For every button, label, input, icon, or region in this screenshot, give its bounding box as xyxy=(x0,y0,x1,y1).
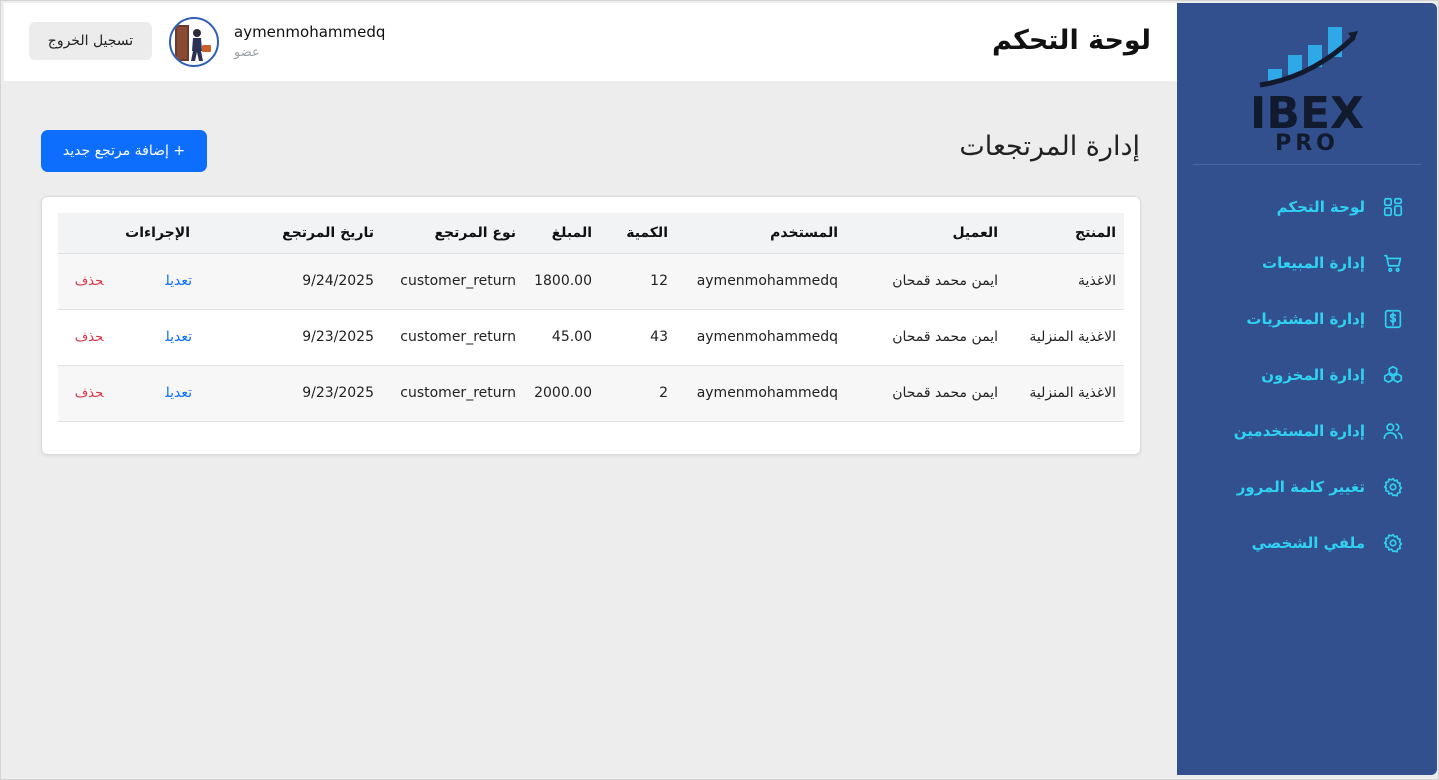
cell-customer: ايمن محمد قمحان xyxy=(846,365,1006,422)
logout-button[interactable]: تسجيل الخروج xyxy=(29,22,152,60)
cell-user: aymenmohammedq xyxy=(676,309,846,366)
column-header-actions: الإجراءات xyxy=(58,213,234,254)
cell-user: aymenmohammedq xyxy=(676,253,846,310)
cell-user: aymenmohammedq xyxy=(676,365,846,422)
dashboard-icon xyxy=(1381,195,1405,219)
edit-link[interactable]: تعديل xyxy=(165,385,192,401)
cell-return-date: 9/24/2025 xyxy=(234,253,382,310)
cell-actions: تعديل حذف xyxy=(58,309,234,366)
delete-link[interactable]: حذف xyxy=(75,274,104,289)
boxes-icon xyxy=(1381,363,1405,387)
sidebar-item-label: إدارة المخزون xyxy=(1261,366,1365,384)
cell-product: الاغذية المنزلية xyxy=(1006,365,1124,422)
sidebar-item-label: إدارة المشتريات xyxy=(1246,310,1365,328)
sidebar: IBEX PRO لوحة التحكم إدارة المبيعات إدار… xyxy=(1177,3,1437,775)
cell-product: الاغذية xyxy=(1006,253,1124,310)
sidebar-nav: لوحة التحكم إدارة المبيعات إدارة المشتري… xyxy=(1193,179,1421,571)
cell-actions: تعديل حذف xyxy=(58,365,234,422)
column-header-user: المستخدم xyxy=(676,213,846,254)
delete-link[interactable]: حذف xyxy=(75,386,104,401)
sidebar-item-change-password[interactable]: تغيير كلمة المرور xyxy=(1193,459,1421,515)
column-header-return-date: تاريخ المرتجع xyxy=(234,213,382,254)
sidebar-item-sales[interactable]: إدارة المبيعات xyxy=(1193,235,1421,291)
column-header-customer: العميل xyxy=(846,213,1006,254)
cell-return-date: 9/23/2025 xyxy=(234,309,382,366)
section-title: إدارة المرتجعات xyxy=(959,131,1140,162)
table-header-row: المنتج العميل المستخدم الكمية المبلغ نوع… xyxy=(58,213,1124,254)
dollar-receipt-icon xyxy=(1381,307,1405,331)
sidebar-divider xyxy=(1193,164,1421,165)
user-role: عضو xyxy=(234,45,260,60)
logo-subtext: PRO xyxy=(1275,131,1339,151)
edit-link[interactable]: تعديل xyxy=(165,329,192,345)
gear-icon xyxy=(1381,531,1405,555)
cell-customer: ايمن محمد قمحان xyxy=(846,309,1006,366)
table-row: الاغذية المنزلية ايمن محمد قمحان aymenmo… xyxy=(58,365,1124,422)
sidebar-item-label: تغيير كلمة المرور xyxy=(1236,478,1365,496)
cell-return-type: customer_return xyxy=(382,253,524,310)
table-row: الاغذية المنزلية ايمن محمد قمحان aymenmo… xyxy=(58,309,1124,366)
cell-actions: تعديل حذف xyxy=(58,253,234,310)
sidebar-item-users[interactable]: إدارة المستخدمين xyxy=(1193,403,1421,459)
column-header-quantity: الكمية xyxy=(600,213,676,254)
add-return-button[interactable]: + إضافة مرتجع جديد xyxy=(41,130,207,172)
cell-quantity: 2 xyxy=(600,365,676,422)
sidebar-item-label: ملفي الشخصي xyxy=(1251,534,1365,552)
column-header-product: المنتج xyxy=(1006,213,1124,254)
returns-table-card: المنتج العميل المستخدم الكمية المبلغ نوع… xyxy=(41,196,1141,455)
ibex-pro-logo[interactable]: IBEX PRO xyxy=(1242,11,1372,156)
cart-icon xyxy=(1381,251,1405,275)
returns-table: المنتج العميل المستخدم الكمية المبلغ نوع… xyxy=(58,213,1124,422)
table-row: الاغذية ايمن محمد قمحان aymenmohammedq 1… xyxy=(58,253,1124,310)
cell-quantity: 43 xyxy=(600,309,676,366)
edit-link[interactable]: تعديل xyxy=(165,273,192,289)
sidebar-item-purchases[interactable]: إدارة المشتريات xyxy=(1193,291,1421,347)
sidebar-item-label: إدارة المستخدمين xyxy=(1233,422,1365,440)
cell-amount: 45.00 xyxy=(524,309,600,366)
top-bar: لوحة التحكم aymenmohammedq عضو تسجيل الخ… xyxy=(4,3,1177,81)
column-header-return-type: نوع المرتجع xyxy=(382,213,524,254)
cell-amount: 1800.00 xyxy=(524,253,600,310)
sidebar-item-dashboard[interactable]: لوحة التحكم xyxy=(1193,179,1421,235)
avatar[interactable] xyxy=(169,17,219,67)
sidebar-item-profile[interactable]: ملفي الشخصي xyxy=(1193,515,1421,571)
users-icon xyxy=(1381,419,1405,443)
cell-customer: ايمن محمد قمحان xyxy=(846,253,1006,310)
sidebar-item-label: إدارة المبيعات xyxy=(1262,254,1365,272)
cell-return-type: customer_return xyxy=(382,309,524,366)
gear-icon xyxy=(1381,475,1405,499)
delete-link[interactable]: حذف xyxy=(75,330,104,345)
cell-quantity: 12 xyxy=(600,253,676,310)
cell-product: الاغذية المنزلية xyxy=(1006,309,1124,366)
user-name: aymenmohammedq xyxy=(234,23,386,41)
sidebar-item-label: لوحة التحكم xyxy=(1276,198,1365,216)
sidebar-item-inventory[interactable]: إدارة المخزون xyxy=(1193,347,1421,403)
cell-return-type: customer_return xyxy=(382,365,524,422)
avatar-image xyxy=(175,25,211,61)
cell-amount: 2000.00 xyxy=(524,365,600,422)
app-frame: لوحة التحكم aymenmohammedq عضو تسجيل الخ… xyxy=(0,0,1439,780)
logo-image: IBEX PRO xyxy=(1250,27,1364,156)
cell-return-date: 9/23/2025 xyxy=(234,365,382,422)
page-title: لوحة التحكم xyxy=(991,25,1151,56)
column-header-amount: المبلغ xyxy=(524,213,600,254)
